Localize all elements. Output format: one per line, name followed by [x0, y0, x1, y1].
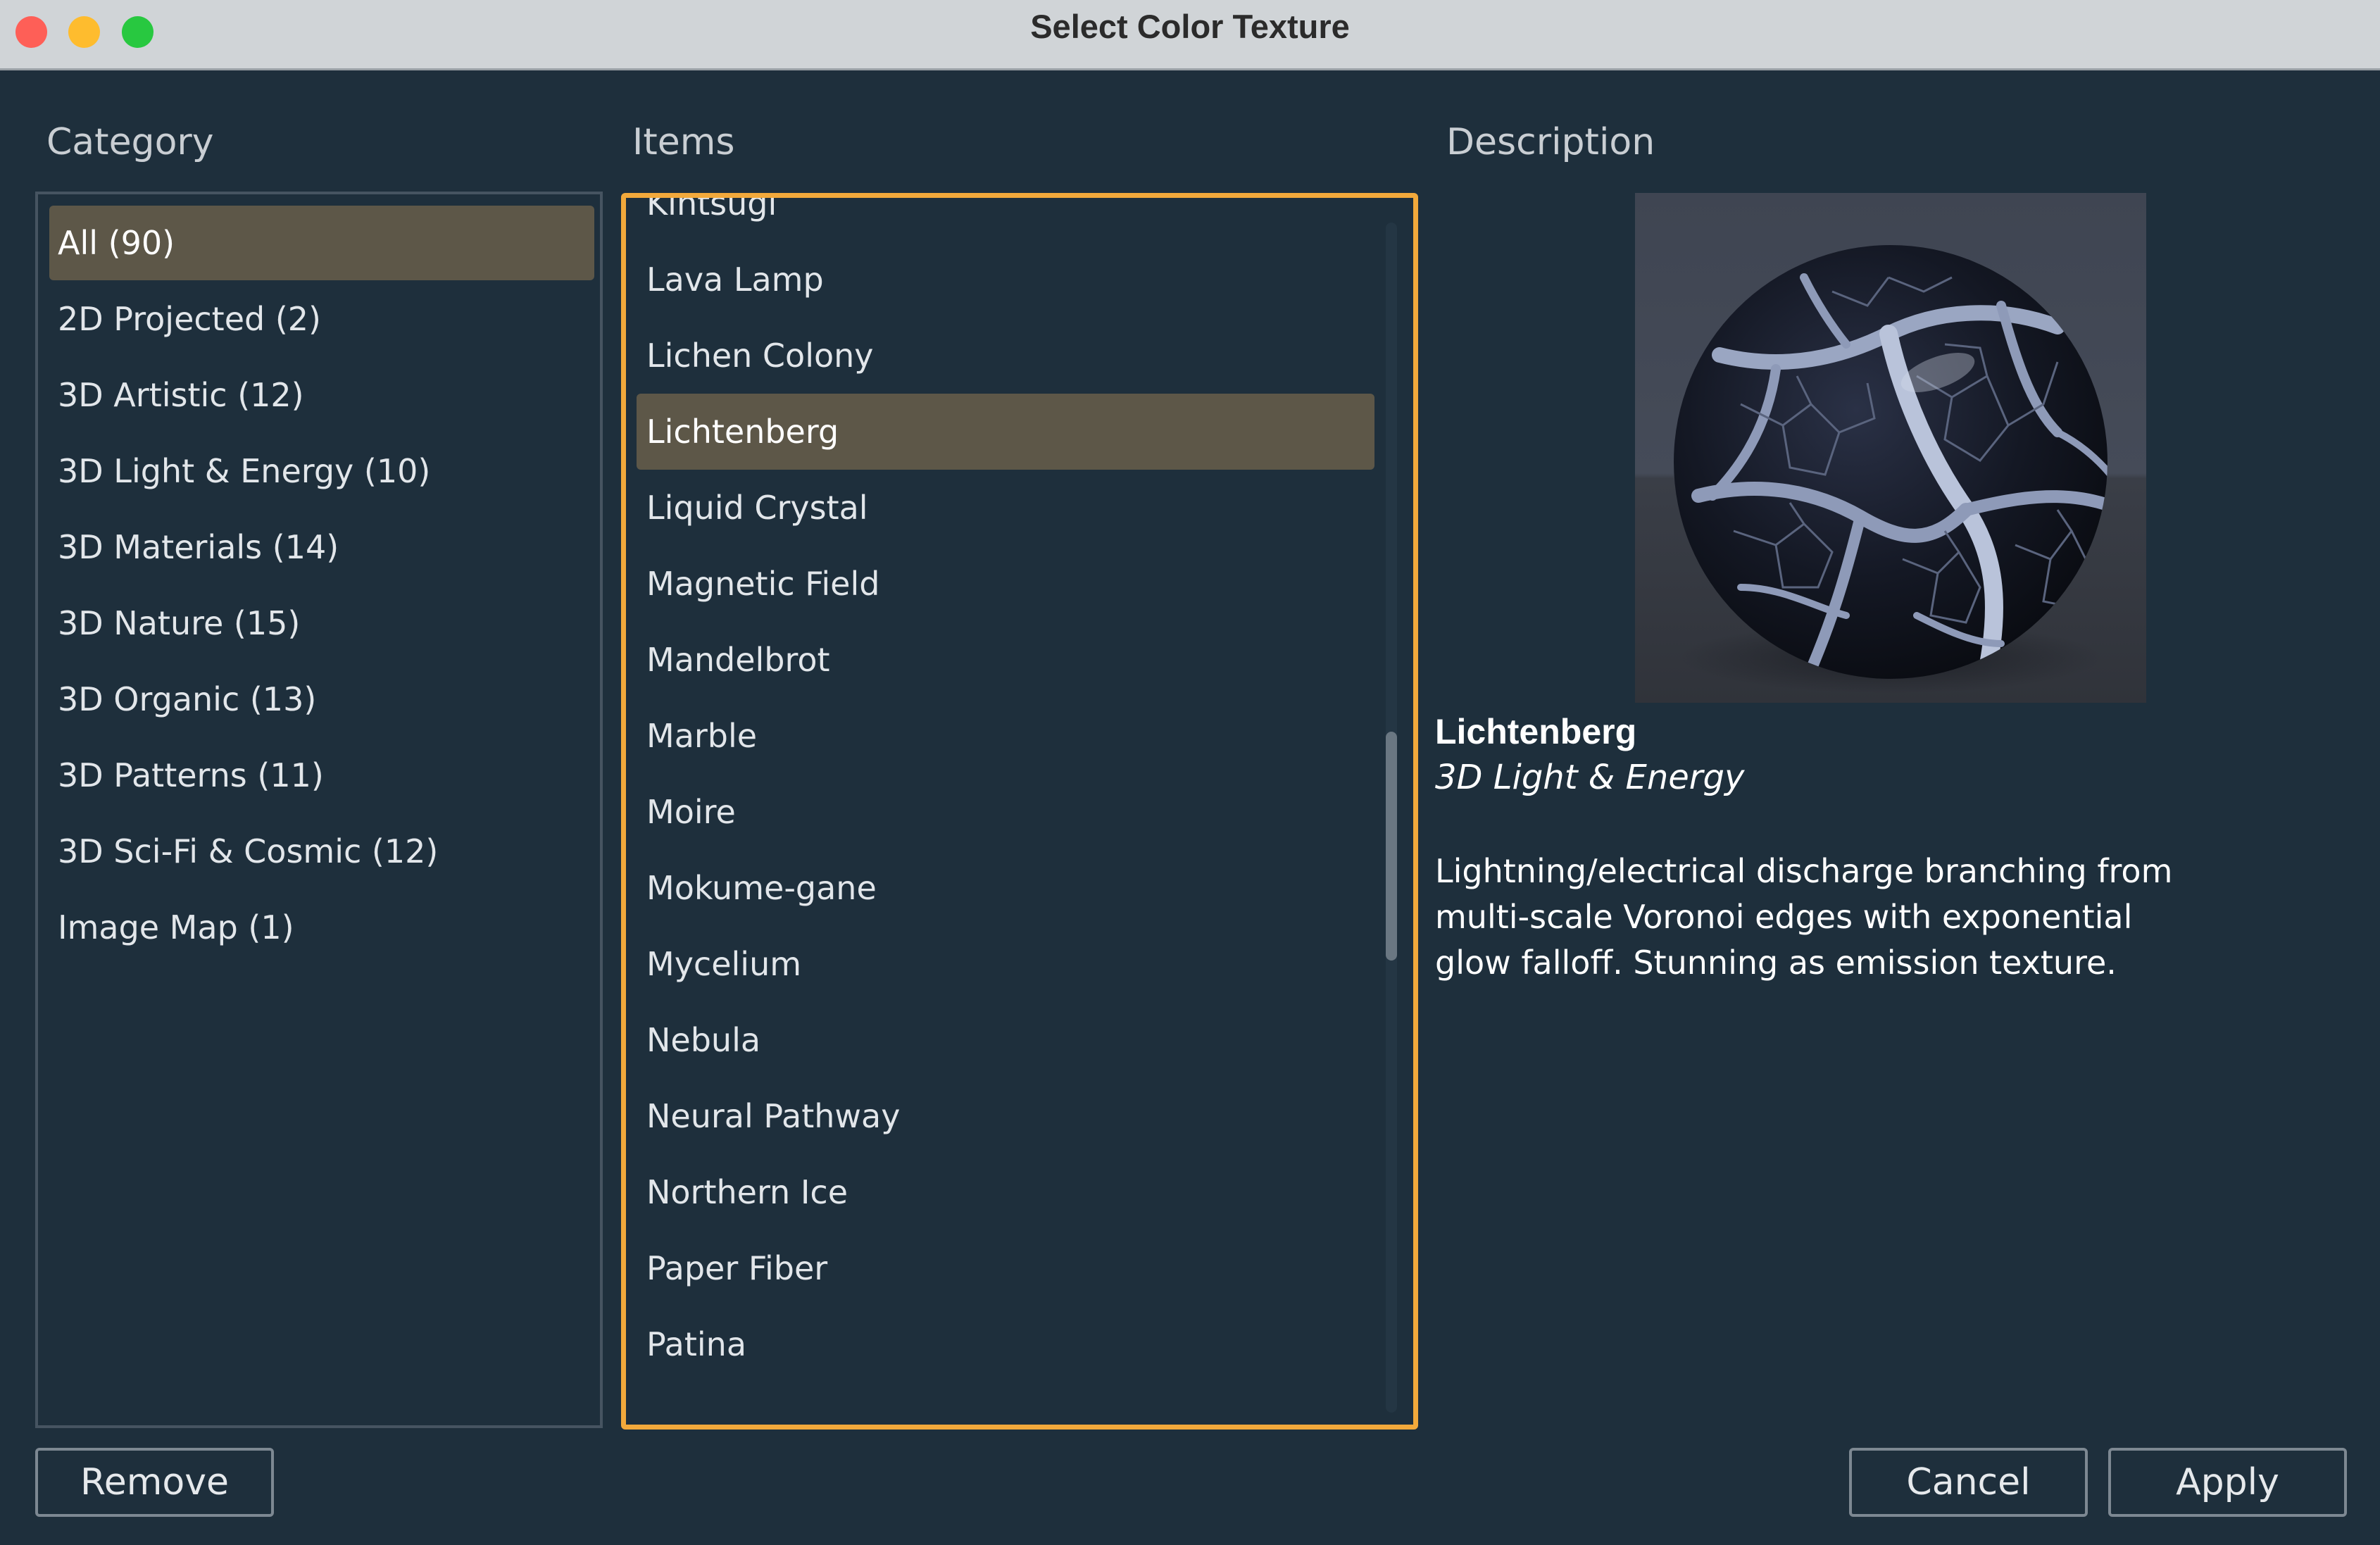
cancel-button[interactable]: Cancel	[1849, 1448, 2088, 1517]
list-item-selected[interactable]: Lichtenberg	[637, 394, 1374, 470]
category-item-3d-materials[interactable]: 3D Materials (14)	[49, 510, 594, 584]
list-item[interactable]: Mokume-gane	[637, 850, 1374, 926]
select-color-texture-dialog: Select Color Texture Category Items Desc…	[0, 0, 2380, 1545]
list-item[interactable]: Lava Lamp	[637, 242, 1374, 318]
list-item[interactable]: Neural Pathway	[637, 1078, 1374, 1154]
category-item-3d-artistic[interactable]: 3D Artistic (12)	[49, 358, 594, 432]
list-item[interactable]: Nebula	[637, 1002, 1374, 1078]
category-item-3d-nature[interactable]: 3D Nature (15)	[49, 586, 594, 661]
list-item[interactable]: Liquid Crystal	[637, 470, 1374, 546]
list-item[interactable]: Mycelium	[637, 926, 1374, 1002]
description-text: Lightning/electrical discharge branching…	[1435, 852, 2173, 982]
window-title: Select Color Texture	[1030, 8, 1350, 45]
lichtenberg-sphere-preview	[1674, 245, 2107, 693]
items-scrollbar[interactable]	[1386, 223, 1397, 1413]
list-item[interactable]: Lichen Colony	[637, 318, 1374, 394]
remove-button[interactable]: Remove	[35, 1448, 274, 1517]
category-item-2d-projected[interactable]: 2D Projected (2)	[49, 282, 594, 356]
description-category: 3D Light & Energy	[1435, 758, 1745, 797]
items-list[interactable]: Kintsugi Lava Lamp Lichen Colony Lichten…	[621, 193, 1418, 1430]
list-item[interactable]: Mandelbrot	[637, 622, 1374, 698]
list-item[interactable]: Paper Fiber	[637, 1230, 1374, 1306]
category-list: All (90) 2D Projected (2) 3D Artistic (1…	[35, 192, 603, 1428]
category-item-3d-sci-fi-cosmic[interactable]: 3D Sci-Fi & Cosmic (12)	[49, 814, 594, 889]
category-item-3d-patterns[interactable]: 3D Patterns (11)	[49, 738, 594, 813]
items-scrollbar-thumb[interactable]	[1386, 732, 1397, 961]
items-header: Items	[632, 121, 735, 163]
list-item[interactable]: Kintsugi	[637, 198, 1374, 242]
category-item-3d-organic[interactable]: 3D Organic (13)	[49, 662, 594, 737]
category-item-3d-light-energy[interactable]: 3D Light & Energy (10)	[49, 434, 594, 508]
list-item[interactable]: Marble	[637, 698, 1374, 774]
apply-button[interactable]: Apply	[2108, 1448, 2347, 1517]
title-bar: Select Color Texture	[0, 0, 2380, 70]
description-header: Description	[1446, 121, 1655, 163]
category-header: Category	[46, 121, 214, 163]
category-item-all[interactable]: All (90)	[49, 206, 594, 280]
texture-preview-image	[1635, 193, 2146, 703]
list-item[interactable]: Moire	[637, 774, 1374, 850]
list-item[interactable]: Patina	[637, 1306, 1374, 1382]
category-item-image-map[interactable]: Image Map (1)	[49, 890, 594, 965]
list-item[interactable]: Northern Ice	[637, 1154, 1374, 1230]
list-item[interactable]: Magnetic Field	[637, 546, 1374, 622]
description-title: Lichtenberg	[1435, 712, 1637, 751]
